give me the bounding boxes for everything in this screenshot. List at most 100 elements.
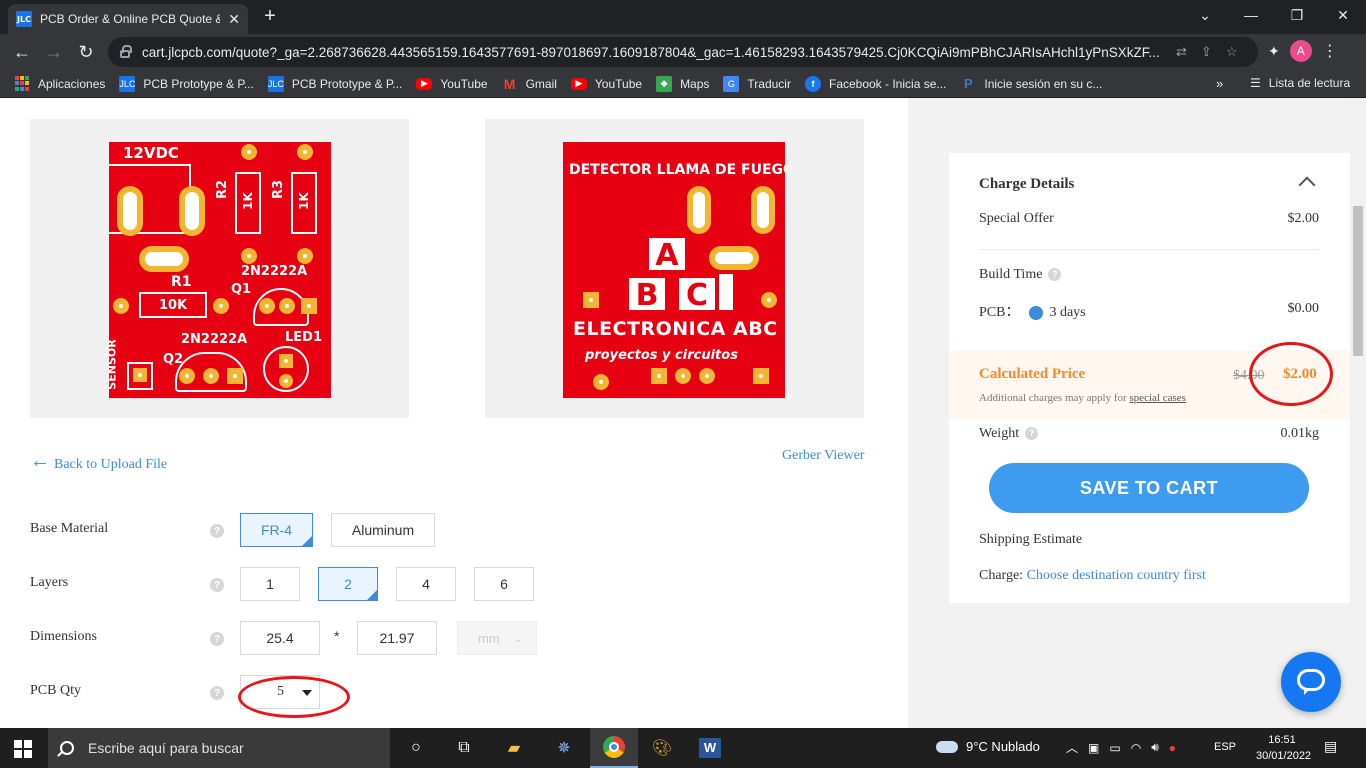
tab-search-icon[interactable]: ⌄ (1182, 0, 1228, 30)
choose-destination-link[interactable]: Choose destination country first (1027, 568, 1206, 583)
volume-icon[interactable]: 🔊︎ (1151, 740, 1159, 755)
charge-row: Charge: Choose destination country first (979, 568, 1319, 584)
dimension-x-input[interactable]: 25.4 (240, 621, 320, 655)
bookmark-paypal[interactable]: P Inicie sesión en su c... (960, 76, 1102, 92)
chevron-up-icon[interactable]: ︿ (1066, 739, 1078, 756)
word-icon[interactable]: W (686, 728, 734, 768)
close-window-icon[interactable]: ✕ (1320, 0, 1366, 30)
pcb-pad (675, 368, 691, 384)
bookmark-star-icon[interactable]: ☆ (1226, 44, 1238, 60)
bookmark-maps[interactable]: ◆ Maps (656, 75, 709, 92)
build-time-row: Build Time? (979, 267, 1319, 283)
pcb-label-r1: R1 (171, 274, 192, 290)
network-error-icon[interactable]: ● (1169, 741, 1176, 755)
extensions-puzzle-icon[interactable]: ✦ (1268, 43, 1280, 60)
reading-list[interactable]: ☰ Lista de lectura (1250, 76, 1350, 90)
bookmark-label: PCB Prototype & P... (143, 76, 254, 91)
material-option-aluminum[interactable]: Aluminum (331, 513, 435, 547)
charge-details-title: Charge Details (979, 176, 1075, 192)
material-option-fr4[interactable]: FR-4 (240, 513, 313, 547)
layers-option-6[interactable]: 6 (474, 567, 534, 601)
page-scrollbar[interactable] (1350, 98, 1366, 728)
help-icon[interactable]: ? (210, 524, 224, 538)
chevron-up-icon[interactable] (1298, 176, 1316, 194)
save-to-cart-button[interactable]: SAVE TO CART (989, 463, 1309, 513)
bookmark-apps[interactable]: Aplicaciones (14, 75, 106, 92)
wifi-icon[interactable]: ◠ (1131, 741, 1141, 755)
weather-widget[interactable]: 9°C Nublado (936, 739, 1040, 754)
minimize-icon[interactable]: — (1228, 0, 1274, 30)
bookmark-youtube-1[interactable]: ▶ YouTube (416, 76, 488, 91)
pcb-pad (259, 298, 275, 314)
layers-option-2[interactable]: 2 (318, 567, 378, 601)
abc-block-side (717, 272, 735, 312)
bookmark-jlc-2[interactable]: JLC PCB Prototype & P... (267, 75, 402, 92)
share-icon[interactable]: ⇪ (1201, 44, 1212, 60)
close-tab-icon[interactable]: ✕ (228, 11, 240, 28)
pcb-pad (241, 144, 257, 160)
bookmark-label: YouTube (440, 76, 488, 91)
layers-option-1[interactable]: 1 (240, 567, 300, 601)
pcb-build-row: PCB： 3 days $0.00 (979, 301, 1319, 321)
youtube-icon: ▶ (570, 77, 587, 90)
restore-icon[interactable]: ❐ (1274, 0, 1320, 30)
charge-label: Charge: (979, 568, 1024, 583)
taskbar-clock[interactable]: 16:51 30/01/2022 (1256, 732, 1311, 764)
taskbar-search[interactable]: Escribe aquí para buscar (48, 728, 390, 768)
pcb-pad (297, 248, 313, 264)
back-to-upload-link[interactable]: ← Back to Upload File (30, 450, 167, 473)
pcb-bottom-preview[interactable]: DETECTOR LLAMA DE FUEGO A B C ELECTRONIC… (485, 119, 864, 418)
bookmark-facebook[interactable]: f Facebook - Inicia se... (804, 75, 946, 92)
dimension-y-input[interactable]: 21.97 (357, 621, 437, 655)
profile-avatar[interactable]: A (1289, 40, 1312, 62)
pcb-build-option[interactable]: 3 days (1049, 305, 1085, 320)
bookmark-label: Aplicaciones (38, 76, 106, 91)
pcb-pad (297, 144, 313, 160)
help-icon[interactable]: ? (1025, 427, 1039, 441)
red-annotation-circle-qty (238, 676, 350, 718)
forward-icon[interactable]: → (40, 38, 68, 66)
bookmarks-overflow-icon[interactable]: » (1216, 76, 1223, 91)
jlc-icon: JLC (267, 75, 284, 92)
help-icon[interactable]: ? (1048, 268, 1062, 282)
special-cases-link[interactable]: special cases (1129, 392, 1186, 404)
windows-start-icon[interactable] (14, 740, 32, 758)
pcb-label-2n2222a: 2N2222A (241, 264, 308, 279)
task-view-icon[interactable]: ⧉ (440, 728, 488, 768)
radio-selected-icon[interactable] (1029, 305, 1044, 320)
pcb-top-preview[interactable]: 12VDC R2 1K R3 1K R1 10K 2N2222A Q1 2N22… (30, 119, 409, 418)
help-icon[interactable]: ? (210, 632, 224, 646)
back-icon[interactable]: ← (8, 38, 36, 66)
pcb-label-sensor: SENSOR (109, 339, 119, 390)
chat-support-button[interactable] (1281, 652, 1341, 712)
bookmark-translate[interactable]: G Traducir (723, 75, 791, 92)
unit-select[interactable]: mm ⌄ (457, 621, 537, 655)
paint-icon[interactable]: 🎨︎ (638, 728, 686, 768)
cortana-icon[interactable]: ○ (392, 728, 440, 768)
chrome-icon[interactable] (590, 728, 638, 768)
gerber-viewer-link[interactable]: Gerber Viewer (782, 448, 864, 464)
bookmark-jlc-1[interactable]: JLC PCB Prototype & P... (119, 75, 254, 92)
address-bar[interactable]: cart.jlcpcb.com/quote?_ga=2.268736628.44… (108, 37, 1258, 67)
help-icon[interactable]: ? (210, 578, 224, 592)
bookmark-youtube-2[interactable]: ▶ YouTube (570, 77, 642, 91)
back-to-upload-label: Back to Upload File (54, 456, 168, 472)
bookmark-gmail[interactable]: M Gmail (502, 76, 557, 92)
layers-option-4[interactable]: 4 (396, 567, 456, 601)
notification-icon[interactable]: ▤ (1324, 738, 1337, 755)
new-tab-icon[interactable]: + (258, 4, 282, 28)
translate-icon[interactable]: ⇄ (1176, 44, 1187, 60)
scrollbar-thumb[interactable] (1353, 206, 1363, 356)
battery-icon[interactable]: ▭ (1109, 741, 1120, 755)
reload-icon[interactable]: ↻ (72, 38, 100, 66)
url-text: cart.jlcpcb.com/quote?_ga=2.268736628.44… (142, 44, 1160, 60)
browser-tab[interactable]: JLC PCB Order & Online PCB Quote & ✕ (8, 4, 248, 34)
help-icon[interactable]: ? (210, 686, 224, 700)
language-indicator[interactable]: ESP (1214, 741, 1236, 753)
network-app-icon[interactable]: ✵ (540, 728, 588, 768)
file-explorer-icon[interactable]: ▰ (490, 728, 538, 768)
device-icon[interactable]: ▣ (1088, 741, 1099, 755)
lock-icon[interactable] (120, 45, 132, 58)
menu-kebab-icon[interactable]: ⋮ (1322, 41, 1338, 61)
pcb-board-image: DETECTOR LLAMA DE FUEGO A B C ELECTRONIC… (563, 142, 785, 398)
